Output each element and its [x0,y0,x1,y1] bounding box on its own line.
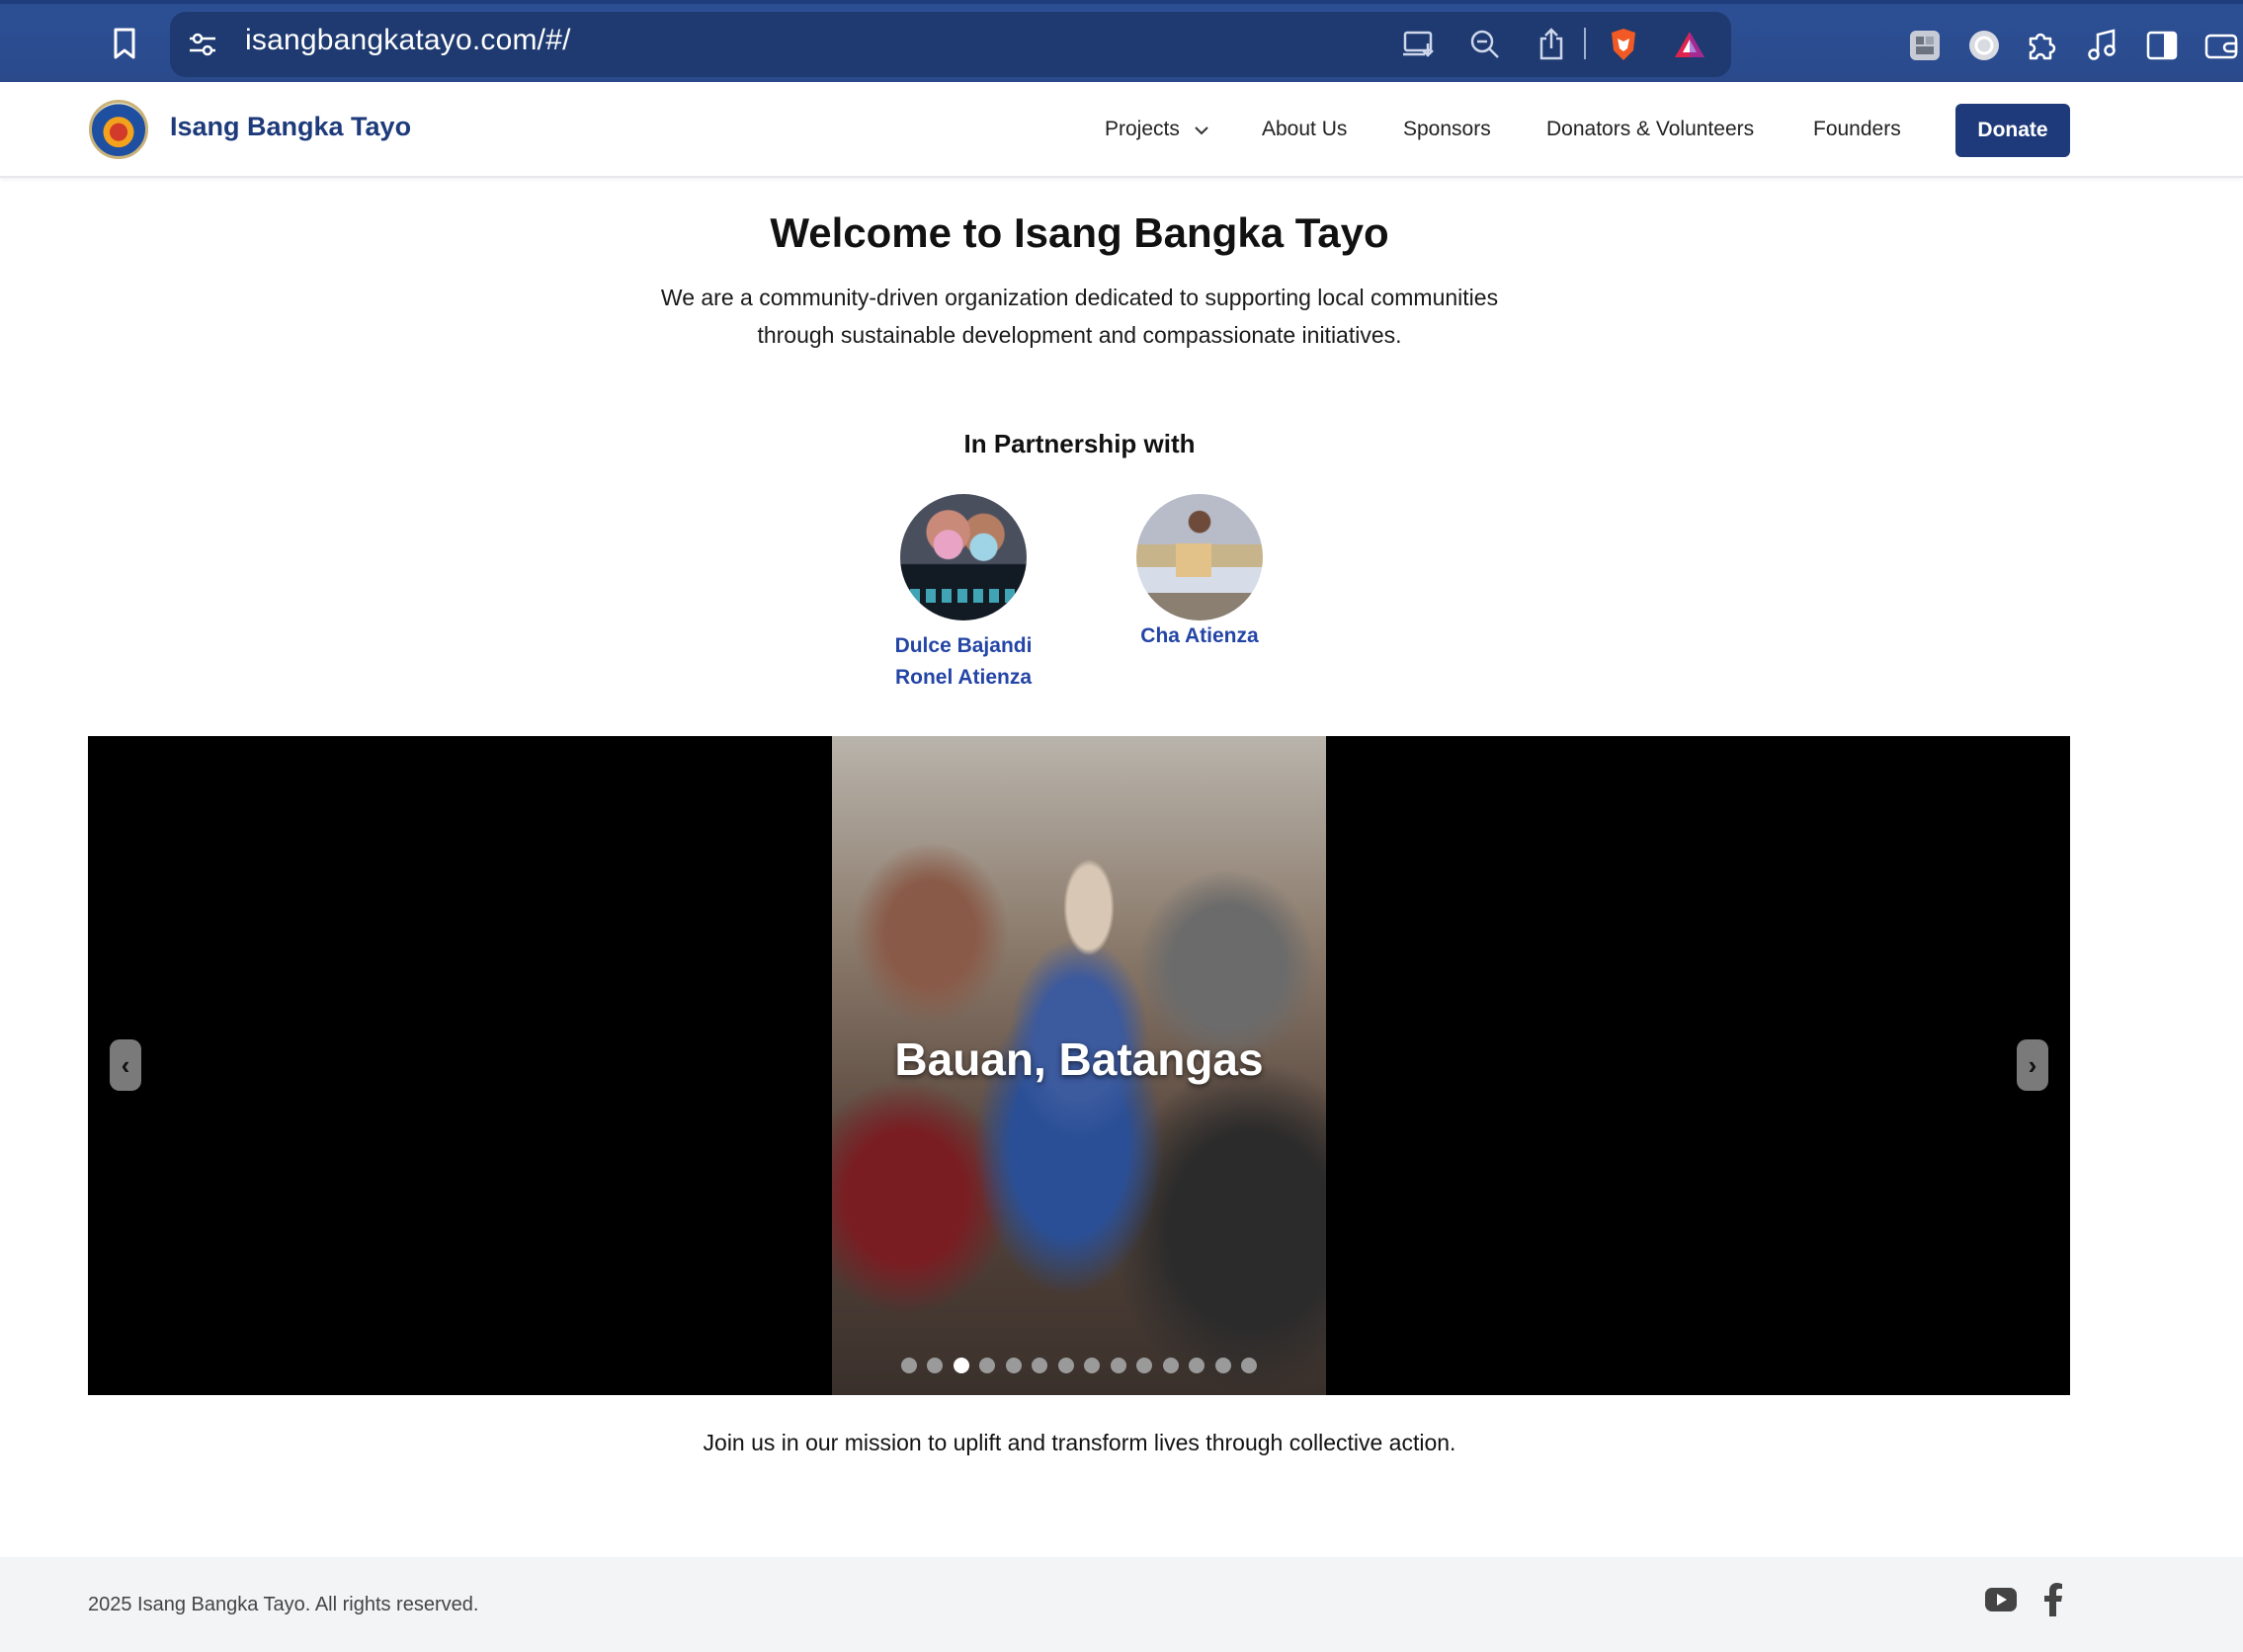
carousel-dot[interactable] [979,1358,996,1373]
carousel-dot[interactable] [1032,1358,1048,1373]
brave-rewards-icon[interactable] [1672,28,1707,61]
carousel-indicators [88,1358,2070,1373]
donate-button[interactable]: Donate [1955,104,2070,157]
chevron-down-icon [1194,118,1209,141]
facebook-icon[interactable] [2043,1583,2063,1621]
nav-about[interactable]: About Us [1262,118,1347,141]
extensions-puzzle-icon[interactable] [2024,28,2059,63]
share-icon[interactable] [1536,26,1567,61]
carousel-dot[interactable] [1241,1358,1258,1373]
nav-donators-volunteers[interactable]: Donators & Volunteers [1546,118,1754,141]
zoom-out-icon[interactable] [1468,28,1502,61]
carousel-dot[interactable] [1162,1358,1179,1373]
site-logo[interactable] [89,100,148,159]
copyright-text: 2025 Isang Bangka Tayo. All rights reser… [88,1594,479,1615]
site-header: Isang Bangka Tayo Projects About Us Spon… [0,82,2243,178]
carousel-dot[interactable] [1214,1358,1231,1373]
browser-toolbar: isangbangkatayo.com/#/ [0,0,2243,82]
site-settings-icon[interactable] [186,28,219,61]
sidebar-toggle-icon[interactable] [2144,28,2180,63]
partner-avatar-cha[interactable] [1136,494,1263,620]
carousel-dot[interactable] [900,1358,917,1373]
bookmark-icon[interactable] [109,26,140,61]
carousel-dot[interactable] [1136,1358,1153,1373]
site-footer: 2025 Isang Bangka Tayo. All rights reser… [0,1557,2243,1652]
nav-founders[interactable]: Founders [1813,118,1901,141]
toolbar-divider [1584,28,1586,59]
site-title[interactable]: Isang Bangka Tayo [170,112,411,142]
media-music-icon[interactable] [2085,28,2120,63]
profile-extension-icon[interactable] [1966,28,2002,63]
partnership-heading: In Partnership with [963,429,1196,458]
partner-name-line: Dulce Bajandi [894,634,1033,657]
partner-avatar-dulce-ronel[interactable] [900,494,1027,620]
brave-shields-icon[interactable] [1606,26,1641,63]
url-text[interactable]: isangbangkatayo.com/#/ [245,24,571,57]
mission-statement: Join us in our mission to uplift and tra… [703,1430,1456,1455]
wallet-icon[interactable] [2203,28,2239,63]
nav-projects-label: Projects [1105,118,1180,140]
carousel-dot[interactable] [1110,1358,1126,1373]
page-title: Welcome to Isang Bangka Tayo [770,209,1389,256]
carousel-dot[interactable] [953,1358,969,1373]
partner-name-cha[interactable]: Cha Atienza [1111,620,1288,652]
carousel-next-button[interactable]: › [2017,1039,2048,1091]
page-intro: We are a community-driven organization d… [660,285,1499,348]
carousel-prev-button[interactable]: ‹ [110,1039,141,1091]
carousel-caption: Bauan, Batangas [894,1033,1264,1085]
partner-name-line: Ronel Atienza [894,666,1033,689]
carousel-dot[interactable] [1084,1358,1101,1373]
partner-name-line: Cha Atienza [1140,624,1259,647]
partner-name-dulce-ronel[interactable]: Dulce Bajandi Ronel Atienza [870,630,1057,694]
photo-carousel[interactable]: Bauan, Batangas ‹ › [88,736,2070,1395]
carousel-dot[interactable] [1005,1358,1022,1373]
carousel-dot[interactable] [1057,1358,1074,1373]
carousel-dot[interactable] [927,1358,944,1373]
nav-projects[interactable]: Projects [1105,118,1209,141]
nav-sponsors[interactable]: Sponsors [1403,118,1491,141]
extension-icon[interactable] [1907,28,1943,63]
install-app-icon[interactable] [1401,28,1437,61]
youtube-icon[interactable] [1984,1587,2018,1617]
carousel-dot[interactable] [1189,1358,1205,1373]
